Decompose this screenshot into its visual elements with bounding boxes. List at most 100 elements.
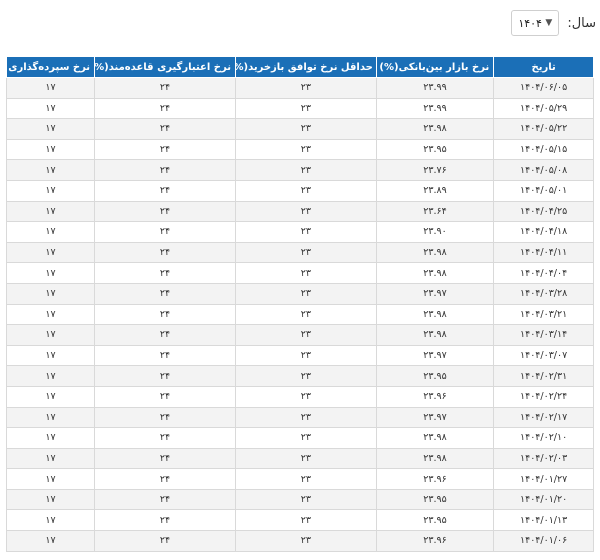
cell-lending-facility-rate: ۲۴	[94, 488, 236, 511]
year-select[interactable]: ۱۴۰۴ ▼	[511, 10, 560, 36]
cell-lending-facility-rate: ۲۴	[94, 447, 236, 470]
cell-min-repo-rate: ۲۳	[234, 488, 377, 511]
cell-date: ۱۴۰۴/۰۴/۱۱	[493, 241, 594, 264]
cell-interbank-rate: ۲۳.۹۵	[375, 365, 495, 387]
table-header-row: تاریخ نرخ بازار بین‌بانکی(%) حداقل نرخ ت…	[5, 56, 594, 78]
cell-date: ۱۴۰۴/۰۵/۰۸	[493, 159, 594, 181]
table-row: ۱۴۰۴/۰۳/۱۴ ۲۳.۹۸ ۲۳ ۲۴ ۱۷	[5, 324, 594, 346]
cell-interbank-rate: ۲۳.۹۸	[375, 262, 495, 284]
table-row: ۱۴۰۴/۰۶/۰۵ ۲۳.۹۹ ۲۳ ۲۴ ۱۷	[5, 77, 594, 99]
cell-deposit-facility-rate: ۱۷	[5, 303, 96, 326]
cell-min-repo-rate: ۲۳	[234, 530, 377, 552]
cell-interbank-rate: ۲۳.۹۸	[375, 447, 495, 470]
cell-date: ۱۴۰۴/۰۱/۰۶	[493, 530, 594, 552]
cell-interbank-rate: ۲۳.۹۸	[375, 303, 495, 326]
cell-lending-facility-rate: ۲۴	[94, 303, 236, 326]
cell-min-repo-rate: ۲۳	[234, 427, 377, 449]
cell-min-repo-rate: ۲۳	[234, 118, 377, 140]
cell-deposit-facility-rate: ۱۷	[5, 241, 96, 264]
cell-min-repo-rate: ۲۳	[234, 221, 377, 243]
table-row: ۱۴۰۴/۰۲/۳۱ ۲۳.۹۵ ۲۳ ۲۴ ۱۷	[5, 365, 594, 387]
cell-date: ۱۴۰۴/۰۳/۲۱	[493, 303, 594, 326]
table-row: ۱۴۰۴/۰۴/۰۴ ۲۳.۹۸ ۲۳ ۲۴ ۱۷	[5, 262, 594, 284]
table-row: ۱۴۰۴/۰۲/۰۳ ۲۳.۹۸ ۲۳ ۲۴ ۱۷	[5, 447, 594, 470]
cell-deposit-facility-rate: ۱۷	[5, 77, 96, 99]
cell-min-repo-rate: ۲۳	[234, 447, 377, 470]
cell-lending-facility-rate: ۲۴	[94, 530, 236, 552]
cell-lending-facility-rate: ۲۴	[94, 200, 236, 223]
cell-deposit-facility-rate: ۱۷	[5, 365, 96, 387]
cell-lending-facility-rate: ۲۴	[94, 365, 236, 387]
cell-lending-facility-rate: ۲۴	[94, 77, 236, 99]
cell-lending-facility-rate: ۲۴	[94, 138, 236, 161]
table-row: ۱۴۰۴/۰۱/۲۰ ۲۳.۹۵ ۲۳ ۲۴ ۱۷	[5, 488, 594, 511]
cell-min-repo-rate: ۲۳	[234, 344, 377, 367]
cell-date: ۱۴۰۴/۰۲/۱۷	[493, 406, 594, 429]
cell-date: ۱۴۰۴/۰۱/۲۰	[493, 488, 594, 511]
header-deposit-facility-rate: نرخ سپرده‌گذاری قاعده‌مند(%)	[5, 56, 96, 78]
cell-date: ۱۴۰۴/۰۴/۲۵	[493, 200, 594, 223]
cell-deposit-facility-rate: ۱۷	[5, 447, 96, 470]
cell-min-repo-rate: ۲۳	[234, 385, 377, 408]
cell-min-repo-rate: ۲۳	[234, 138, 377, 161]
cell-interbank-rate: ۲۳.۹۹	[375, 77, 495, 99]
cell-interbank-rate: ۲۳.۹۵	[375, 509, 495, 532]
cell-lending-facility-rate: ۲۴	[94, 427, 236, 449]
cell-deposit-facility-rate: ۱۷	[5, 468, 96, 490]
table-row: ۱۴۰۴/۰۳/۰۷ ۲۳.۹۷ ۲۳ ۲۴ ۱۷	[5, 344, 594, 367]
header-lending-facility-rate: نرخ اعتبارگیری قاعده‌مند(%)	[94, 56, 236, 78]
cell-lending-facility-rate: ۲۴	[94, 406, 236, 429]
cell-interbank-rate: ۲۳.۹۶	[375, 530, 495, 552]
cell-min-repo-rate: ۲۳	[234, 97, 377, 120]
cell-deposit-facility-rate: ۱۷	[5, 118, 96, 140]
cell-deposit-facility-rate: ۱۷	[5, 385, 96, 408]
table-row: ۱۴۰۴/۰۲/۱۷ ۲۳.۹۷ ۲۳ ۲۴ ۱۷	[5, 406, 594, 429]
cell-deposit-facility-rate: ۱۷	[5, 324, 96, 346]
cell-date: ۱۴۰۴/۰۳/۲۸	[493, 282, 594, 305]
table-row: ۱۴۰۴/۰۱/۲۷ ۲۳.۹۶ ۲۳ ۲۴ ۱۷	[5, 468, 594, 490]
table-row: ۱۴۰۴/۰۴/۱۸ ۲۳.۹۰ ۲۳ ۲۴ ۱۷	[5, 221, 594, 243]
cell-interbank-rate: ۲۳.۶۴	[375, 200, 495, 223]
cell-min-repo-rate: ۲۳	[234, 282, 377, 305]
year-label: سال:	[567, 15, 596, 31]
cell-min-repo-rate: ۲۳	[234, 509, 377, 532]
cell-lending-facility-rate: ۲۴	[94, 262, 236, 284]
table-row: ۱۴۰۴/۰۵/۱۵ ۲۳.۹۵ ۲۳ ۲۴ ۱۷	[5, 138, 594, 161]
cell-lending-facility-rate: ۲۴	[94, 179, 236, 202]
cell-date: ۱۴۰۴/۰۲/۳۱	[493, 365, 594, 387]
cell-lending-facility-rate: ۲۴	[94, 385, 236, 408]
cell-date: ۱۴۰۴/۰۲/۱۰	[493, 427, 594, 449]
table-row: ۱۴۰۴/۰۱/۰۶ ۲۳.۹۶ ۲۳ ۲۴ ۱۷	[5, 530, 594, 552]
table-row: ۱۴۰۴/۰۴/۱۱ ۲۳.۹۸ ۲۳ ۲۴ ۱۷	[5, 241, 594, 264]
cell-interbank-rate: ۲۳.۸۹	[375, 179, 495, 202]
table-row: ۱۴۰۴/۰۲/۱۰ ۲۳.۹۸ ۲۳ ۲۴ ۱۷	[5, 427, 594, 449]
cell-deposit-facility-rate: ۱۷	[5, 530, 96, 552]
cell-interbank-rate: ۲۳.۹۷	[375, 406, 495, 429]
cell-date: ۱۴۰۴/۰۵/۱۵	[493, 138, 594, 161]
cell-date: ۱۴۰۴/۰۴/۰۴	[493, 262, 594, 284]
table-row: ۱۴۰۴/۰۵/۰۸ ۲۳.۷۶ ۲۳ ۲۴ ۱۷	[5, 159, 594, 181]
cell-min-repo-rate: ۲۳	[234, 324, 377, 346]
cell-min-repo-rate: ۲۳	[234, 406, 377, 429]
cell-min-repo-rate: ۲۳	[234, 159, 377, 181]
cell-interbank-rate: ۲۳.۹۶	[375, 385, 495, 408]
header-date: تاریخ	[493, 56, 594, 78]
table-row: ۱۴۰۴/۰۳/۲۸ ۲۳.۹۷ ۲۳ ۲۴ ۱۷	[5, 282, 594, 305]
cell-lending-facility-rate: ۲۴	[94, 282, 236, 305]
table-row: ۱۴۰۴/۰۵/۰۱ ۲۳.۸۹ ۲۳ ۲۴ ۱۷	[5, 179, 594, 202]
cell-lending-facility-rate: ۲۴	[94, 159, 236, 181]
cell-interbank-rate: ۲۳.۹۵	[375, 488, 495, 511]
cell-interbank-rate: ۲۳.۹۷	[375, 282, 495, 305]
rates-table: تاریخ نرخ بازار بین‌بانکی(%) حداقل نرخ ت…	[5, 56, 594, 552]
cell-interbank-rate: ۲۳.۹۸	[375, 324, 495, 346]
cell-min-repo-rate: ۲۳	[234, 468, 377, 490]
header-min-repo-rate: حداقل نرخ توافق بازخرید(%)	[234, 56, 377, 78]
table-row: ۱۴۰۴/۰۱/۱۳ ۲۳.۹۵ ۲۳ ۲۴ ۱۷	[5, 509, 594, 532]
cell-min-repo-rate: ۲۳	[234, 262, 377, 284]
cell-date: ۱۴۰۴/۰۲/۰۳	[493, 447, 594, 470]
cell-min-repo-rate: ۲۳	[234, 303, 377, 326]
table-row: ۱۴۰۴/۰۴/۲۵ ۲۳.۶۴ ۲۳ ۲۴ ۱۷	[5, 200, 594, 223]
cell-lending-facility-rate: ۲۴	[94, 241, 236, 264]
header-interbank-rate: نرخ بازار بین‌بانکی(%)	[375, 56, 495, 78]
table-row: ۱۴۰۴/۰۳/۲۱ ۲۳.۹۸ ۲۳ ۲۴ ۱۷	[5, 303, 594, 326]
